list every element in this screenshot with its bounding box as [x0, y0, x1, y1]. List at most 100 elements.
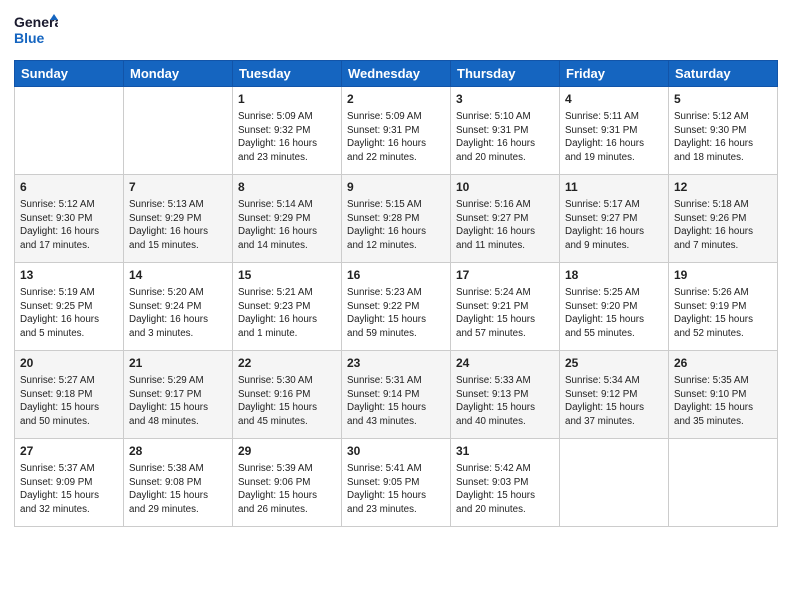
calendar-header-row: SundayMondayTuesdayWednesdayThursdayFrid… [15, 61, 778, 87]
page: General Blue SundayMondayTuesdayWednesda… [0, 0, 792, 612]
calendar-day-header: Tuesday [233, 61, 342, 87]
day-number: 4 [565, 91, 663, 108]
calendar-day-header: Friday [560, 61, 669, 87]
day-info: Sunrise: 5:33 AM Sunset: 9:13 PM Dayligh… [456, 374, 554, 429]
day-number: 13 [20, 267, 118, 284]
calendar-cell: 13 Sunrise: 5:19 AM Sunset: 9:25 PM Dayli… [15, 263, 124, 351]
logo: General Blue [14, 10, 58, 54]
day-info: Sunrise: 5:26 AM Sunset: 9:19 PM Dayligh… [674, 286, 772, 341]
day-number: 11 [565, 179, 663, 196]
calendar-cell: 31 Sunrise: 5:42 AM Sunset: 9:03 PM Dayli… [451, 439, 560, 527]
calendar-cell [560, 439, 669, 527]
day-info: Sunrise: 5:41 AM Sunset: 9:05 PM Dayligh… [347, 462, 445, 517]
calendar-week-row: 27Sunrise: 5:37 AM Sunset: 9:09 PM Dayli… [15, 439, 778, 527]
calendar-cell: 16Sunrise: 5:23 AM Sunset: 9:22 PM Dayli… [342, 263, 451, 351]
day-number: 18 [565, 267, 663, 284]
calendar-cell: 26Sunrise: 5:35 AM Sunset: 9:10 PM Dayli… [669, 351, 778, 439]
day-number: 24 [456, 355, 554, 372]
calendar-cell: 24 Sunrise: 5:33 AM Sunset: 9:13 PM Dayli… [451, 351, 560, 439]
calendar-day-header: Wednesday [342, 61, 451, 87]
day-number: 28 [129, 443, 227, 460]
day-info: Sunrise: 5:42 AM Sunset: 9:03 PM Dayligh… [456, 462, 554, 517]
calendar-cell: 23 Sunrise: 5:31 AM Sunset: 9:14 PM Dayli… [342, 351, 451, 439]
calendar-cell: 7 Sunrise: 5:13 AM Sunset: 9:29 PM Daylig… [124, 175, 233, 263]
day-info: Sunrise: 5:29 AM Sunset: 9:17 PM Dayligh… [129, 374, 227, 429]
day-number: 9 [347, 179, 445, 196]
day-info: Sunrise: 5:17 AM Sunset: 9:27 PM Dayligh… [565, 198, 663, 253]
calendar-cell: 2Sunrise: 5:09 AM Sunset: 9:31 PM Daylig… [342, 87, 451, 175]
calendar-table: SundayMondayTuesdayWednesdayThursdayFrid… [14, 60, 778, 527]
day-number: 25 [565, 355, 663, 372]
day-number: 8 [238, 179, 336, 196]
calendar-cell: 12 Sunrise: 5:18 AM Sunset: 9:26 PM Dayli… [669, 175, 778, 263]
day-number: 30 [347, 443, 445, 460]
day-number: 1 [238, 91, 336, 108]
day-info: Sunrise: 5:18 AM Sunset: 9:26 PM Dayligh… [674, 198, 772, 253]
day-number: 6 [20, 179, 118, 196]
calendar-cell: 9 Sunrise: 5:15 AM Sunset: 9:28 PM Daylig… [342, 175, 451, 263]
calendar-cell: 20Sunrise: 5:27 AM Sunset: 9:18 PM Dayli… [15, 351, 124, 439]
day-number: 2 [347, 91, 445, 108]
day-info: Sunrise: 5:37 AM Sunset: 9:09 PM Dayligh… [20, 462, 118, 517]
day-info: Sunrise: 5:27 AM Sunset: 9:18 PM Dayligh… [20, 374, 118, 429]
day-number: 16 [347, 267, 445, 284]
day-info: Sunrise: 5:10 AM Sunset: 9:31 PM Dayligh… [456, 110, 554, 165]
calendar-cell: 14 Sunrise: 5:20 AM Sunset: 9:24 PM Dayli… [124, 263, 233, 351]
calendar-week-row: 13 Sunrise: 5:19 AM Sunset: 9:25 PM Dayli… [15, 263, 778, 351]
calendar-cell: 28 Sunrise: 5:38 AM Sunset: 9:08 PM Dayli… [124, 439, 233, 527]
day-info: Sunrise: 5:30 AM Sunset: 9:16 PM Dayligh… [238, 374, 336, 429]
calendar-cell: 3 Sunrise: 5:10 AM Sunset: 9:31 PM Daylig… [451, 87, 560, 175]
day-number: 12 [674, 179, 772, 196]
day-info: Sunrise: 5:34 AM Sunset: 9:12 PM Dayligh… [565, 374, 663, 429]
calendar-cell: 25 Sunrise: 5:34 AM Sunset: 9:12 PM Dayli… [560, 351, 669, 439]
calendar-week-row: 6 Sunrise: 5:12 AM Sunset: 9:30 PM Daylig… [15, 175, 778, 263]
day-number: 23 [347, 355, 445, 372]
day-number: 15 [238, 267, 336, 284]
calendar-cell: 11 Sunrise: 5:17 AM Sunset: 9:27 PM Dayli… [560, 175, 669, 263]
calendar-cell: 8Sunrise: 5:14 AM Sunset: 9:29 PM Daylig… [233, 175, 342, 263]
calendar-cell [15, 87, 124, 175]
day-number: 26 [674, 355, 772, 372]
day-info: Sunrise: 5:21 AM Sunset: 9:23 PM Dayligh… [238, 286, 336, 341]
day-number: 29 [238, 443, 336, 460]
calendar-week-row: 1Sunrise: 5:09 AM Sunset: 9:32 PM Daylig… [15, 87, 778, 175]
day-info: Sunrise: 5:20 AM Sunset: 9:24 PM Dayligh… [129, 286, 227, 341]
day-number: 7 [129, 179, 227, 196]
day-info: Sunrise: 5:12 AM Sunset: 9:30 PM Dayligh… [20, 198, 118, 253]
calendar-cell: 27Sunrise: 5:37 AM Sunset: 9:09 PM Dayli… [15, 439, 124, 527]
logo-svg: General Blue [14, 10, 58, 54]
calendar-cell: 1Sunrise: 5:09 AM Sunset: 9:32 PM Daylig… [233, 87, 342, 175]
calendar-cell: 15 Sunrise: 5:21 AM Sunset: 9:23 PM Dayli… [233, 263, 342, 351]
calendar-cell: 21Sunrise: 5:29 AM Sunset: 9:17 PM Dayli… [124, 351, 233, 439]
header: General Blue [14, 10, 778, 54]
calendar-cell [669, 439, 778, 527]
calendar-cell [124, 87, 233, 175]
day-info: Sunrise: 5:16 AM Sunset: 9:27 PM Dayligh… [456, 198, 554, 253]
calendar-week-row: 20Sunrise: 5:27 AM Sunset: 9:18 PM Dayli… [15, 351, 778, 439]
day-number: 5 [674, 91, 772, 108]
day-info: Sunrise: 5:12 AM Sunset: 9:30 PM Dayligh… [674, 110, 772, 165]
day-number: 31 [456, 443, 554, 460]
calendar-cell: 17Sunrise: 5:24 AM Sunset: 9:21 PM Dayli… [451, 263, 560, 351]
svg-text:General: General [14, 14, 58, 30]
day-number: 22 [238, 355, 336, 372]
calendar-cell: 6 Sunrise: 5:12 AM Sunset: 9:30 PM Daylig… [15, 175, 124, 263]
calendar-cell: 5 Sunrise: 5:12 AM Sunset: 9:30 PM Daylig… [669, 87, 778, 175]
calendar-cell: 29 Sunrise: 5:39 AM Sunset: 9:06 PM Dayli… [233, 439, 342, 527]
day-info: Sunrise: 5:31 AM Sunset: 9:14 PM Dayligh… [347, 374, 445, 429]
calendar-cell: 30 Sunrise: 5:41 AM Sunset: 9:05 PM Dayli… [342, 439, 451, 527]
day-info: Sunrise: 5:13 AM Sunset: 9:29 PM Dayligh… [129, 198, 227, 253]
day-number: 3 [456, 91, 554, 108]
day-number: 17 [456, 267, 554, 284]
calendar-cell: 4Sunrise: 5:11 AM Sunset: 9:31 PM Daylig… [560, 87, 669, 175]
day-number: 10 [456, 179, 554, 196]
day-info: Sunrise: 5:15 AM Sunset: 9:28 PM Dayligh… [347, 198, 445, 253]
day-info: Sunrise: 5:38 AM Sunset: 9:08 PM Dayligh… [129, 462, 227, 517]
calendar-day-header: Monday [124, 61, 233, 87]
day-info: Sunrise: 5:19 AM Sunset: 9:25 PM Dayligh… [20, 286, 118, 341]
day-info: Sunrise: 5:39 AM Sunset: 9:06 PM Dayligh… [238, 462, 336, 517]
calendar-day-header: Thursday [451, 61, 560, 87]
calendar-day-header: Sunday [15, 61, 124, 87]
calendar-cell: 18Sunrise: 5:25 AM Sunset: 9:20 PM Dayli… [560, 263, 669, 351]
day-number: 14 [129, 267, 227, 284]
